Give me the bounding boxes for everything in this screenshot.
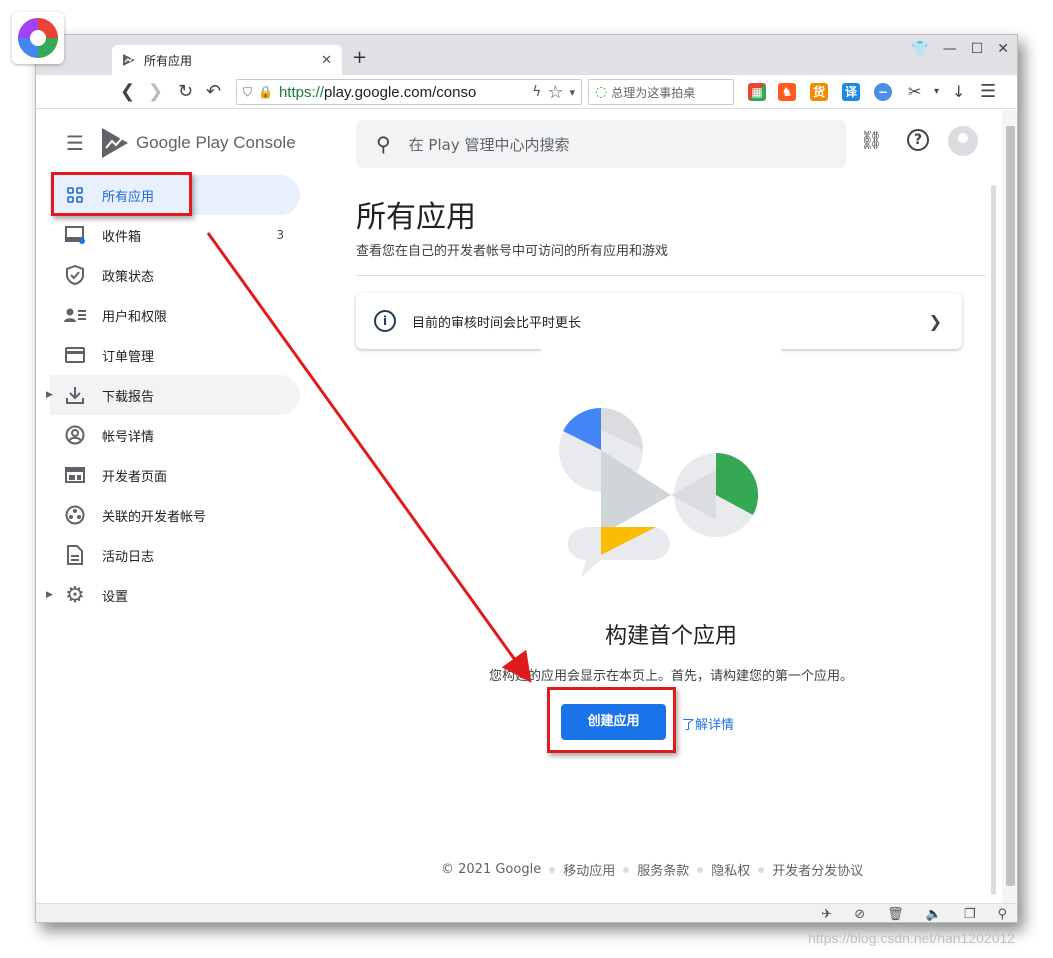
close-tab-icon[interactable]: ✕ — [321, 53, 332, 68]
back-icon[interactable]: ❮ — [120, 79, 135, 105]
speed-icon[interactable]: ⊘ — [854, 907, 865, 922]
reload-icon[interactable]: ↻ — [178, 79, 193, 105]
search-logo-icon: ◌ — [595, 84, 608, 100]
apps-extension-icon[interactable]: ▦ — [748, 83, 766, 101]
download-arrow-icon[interactable]: ↓ — [952, 79, 965, 105]
minimize-icon[interactable]: — — [943, 41, 957, 57]
window-scrollbar[interactable] — [1002, 110, 1017, 903]
lightning-icon[interactable]: ϟ — [532, 84, 541, 100]
maximize-icon[interactable]: ☐ — [971, 41, 984, 57]
footer: © 2021 Google 移动应用 服务条款 隐私权 开发者分发协议 — [441, 860, 863, 879]
status-bar: ✈ ⊘ 🗑 🔈 ❐ ⚲ — [36, 903, 1017, 922]
footer-link-mobile-app[interactable]: 移动应用 — [563, 860, 615, 879]
trash-icon[interactable]: 🗑 — [887, 907, 904, 922]
tab-title: 所有应用 — [144, 53, 193, 68]
annotation-arrow — [206, 232, 532, 683]
watermark: https://blog.csdn.net/han1202012 — [808, 930, 1016, 946]
url-text: https://play.google.com/conso — [278, 83, 477, 101]
play-console-page: ☰ Google Play Console 所有应用 收件箱 3 政策状态 用户… — [36, 110, 1017, 903]
browser-window: 所有应用 ✕ + 👕 — ☐ ✕ ❮ ❯ ↻ ↶ ⛉ 🔒 https://pla… — [35, 34, 1018, 923]
browser-tab[interactable]: 所有应用 ✕ — [112, 45, 342, 75]
star-icon[interactable]: ☆ — [547, 82, 563, 103]
address-bar[interactable]: ⛉ 🔒 https://play.google.com/conso ϟ ☆ ▾ — [236, 79, 582, 105]
content-scrollbar[interactable] — [991, 185, 996, 895]
close-window-icon[interactable]: ✕ — [997, 41, 1009, 57]
zoom-icon[interactable]: ⚲ — [997, 907, 1007, 922]
footer-link-terms[interactable]: 服务条款 — [637, 860, 689, 879]
forward-icon[interactable]: ❯ — [148, 79, 163, 105]
play-console-favicon-icon — [123, 54, 135, 66]
tab-bar: 所有应用 ✕ + 👕 — ☐ ✕ — [36, 35, 1017, 75]
adblock-extension-icon[interactable]: − — [874, 83, 892, 101]
browser-search-text: 总理为这事拍桌 — [611, 85, 696, 100]
footer-link-dda[interactable]: 开发者分发协议 — [772, 860, 863, 879]
window-controls: 👕 — ☐ ✕ — [911, 41, 1009, 57]
browser-search-box[interactable]: ◌ 总理为这事拍桌 — [588, 79, 734, 105]
scissors-icon[interactable]: ✂ — [908, 79, 921, 105]
browser-logo-icon[interactable] — [12, 12, 64, 64]
security-shield-icon: ⛉ — [243, 84, 253, 99]
rocket-icon[interactable]: ✈ — [821, 907, 832, 922]
game-extension-icon[interactable]: ♞ — [778, 83, 796, 101]
translate-extension-icon[interactable]: 译 — [842, 83, 860, 101]
volume-icon[interactable]: 🔈 — [926, 907, 942, 922]
shopping-extension-icon[interactable]: 货 — [810, 83, 828, 101]
new-tab-button[interactable]: + — [352, 47, 367, 68]
window-icon[interactable]: ❐ — [964, 907, 976, 922]
skin-icon[interactable]: 👕 — [911, 41, 928, 57]
undo-icon[interactable]: ↶ — [206, 79, 221, 105]
browser-toolbar: ❮ ❯ ↻ ↶ ⛉ 🔒 https://play.google.com/cons… — [36, 75, 1017, 109]
footer-link-privacy[interactable]: 隐私权 — [711, 860, 750, 879]
chevron-down-icon[interactable]: ▾ — [569, 86, 581, 99]
lock-icon: 🔒 — [258, 85, 273, 99]
menu-icon[interactable]: ☰ — [980, 79, 996, 105]
scissors-menu-icon[interactable]: ▾ — [934, 79, 939, 105]
footer-copyright: © 2021 Google — [441, 862, 542, 877]
